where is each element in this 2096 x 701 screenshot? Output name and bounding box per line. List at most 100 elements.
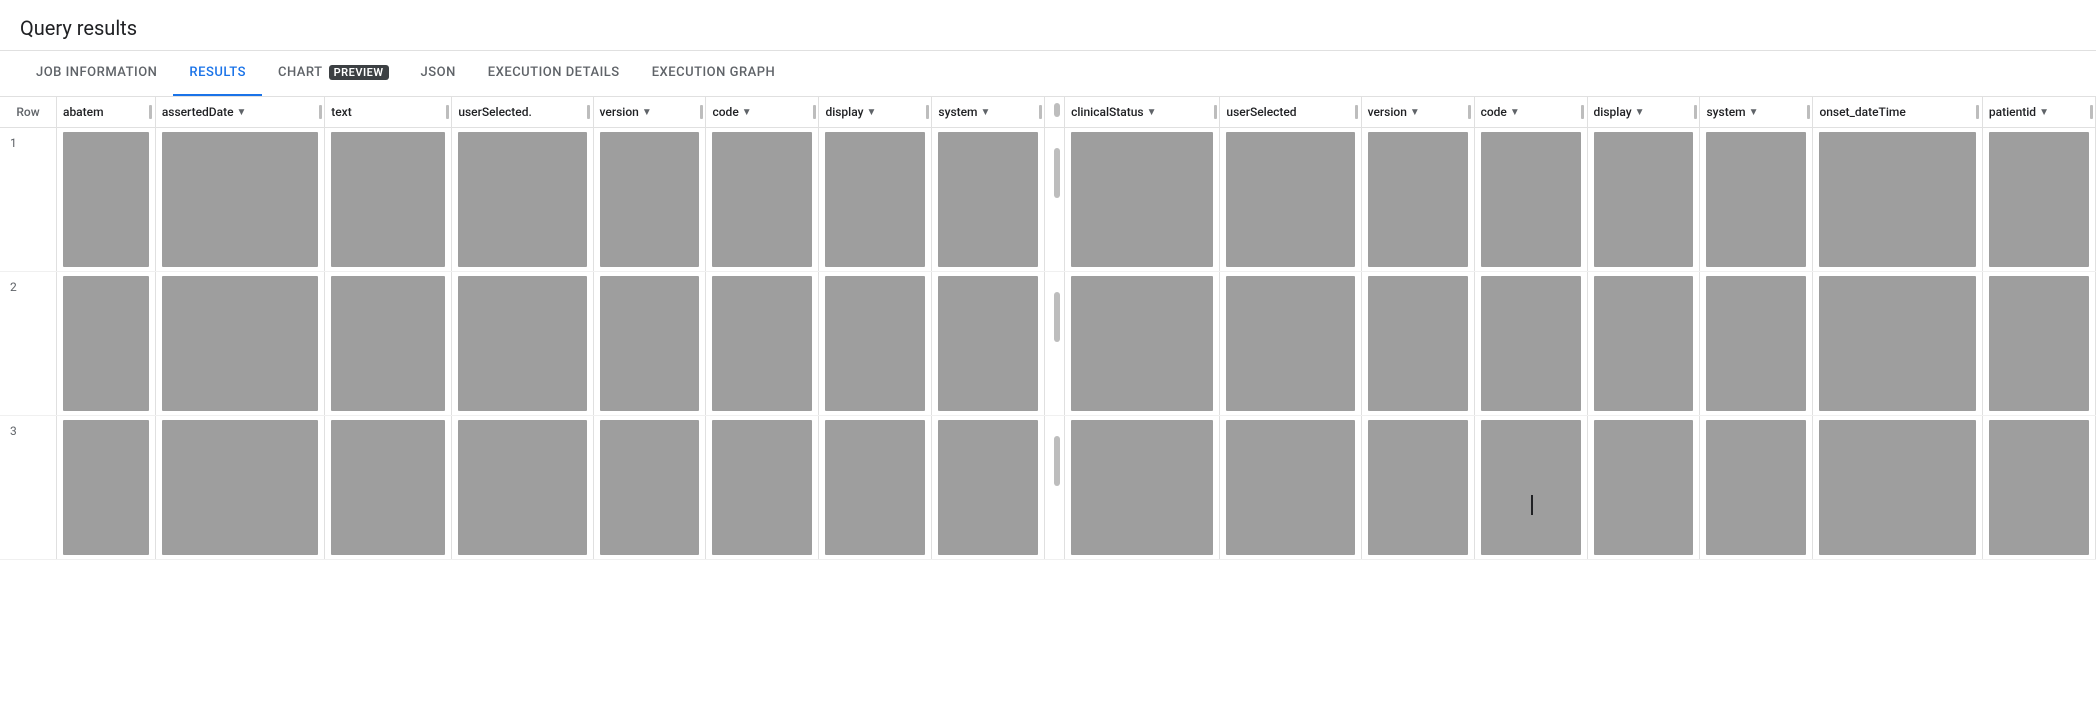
- cell-system-3: [932, 416, 1045, 560]
- tabs-bar: JOB INFORMATION RESULTS CHART PREVIEW JS…: [0, 51, 2096, 97]
- col-header-assertedDate[interactable]: assertedDate ▼: [155, 97, 324, 128]
- cell-system2-2: [1700, 272, 1813, 416]
- cell-onset-2: [1813, 272, 1982, 416]
- col-header-code[interactable]: code ▼: [706, 97, 819, 128]
- cell-version-1: [593, 128, 706, 272]
- col-resize-onset[interactable]: [1974, 97, 1982, 127]
- cell-code2-1: [1474, 128, 1587, 272]
- cell-code-3: [706, 416, 819, 560]
- col-resize-system2[interactable]: [1804, 97, 1812, 127]
- col-header-version2[interactable]: version ▼: [1361, 97, 1474, 128]
- caret-display: ▼: [867, 107, 877, 118]
- cell-display2-3: [1587, 416, 1700, 560]
- cell-version-2: [593, 272, 706, 416]
- page-title: Query results: [0, 0, 2096, 51]
- col-header-display2[interactable]: display ▼: [1587, 97, 1700, 128]
- tab-chart[interactable]: CHART PREVIEW: [262, 51, 405, 96]
- cell-userSelected-1: [452, 128, 593, 272]
- scroll-divider-row1: [1045, 128, 1065, 272]
- cell-system-2: [932, 272, 1045, 416]
- caret-system: ▼: [981, 107, 991, 118]
- cell-clinicalStatus-2: [1065, 272, 1220, 416]
- cell-userSelected2-1: [1220, 128, 1361, 272]
- cell-text-1: [325, 128, 452, 272]
- cell-version2-1: [1361, 128, 1474, 272]
- cell-version2-3: [1361, 416, 1474, 560]
- caret-display2: ▼: [1635, 107, 1645, 118]
- scroll-divider-row2: [1045, 272, 1065, 416]
- cell-code-2: [706, 272, 819, 416]
- cell-text-3: [325, 416, 452, 560]
- table-row: 2: [0, 272, 2096, 416]
- caret-clinicalStatus: ▼: [1147, 107, 1157, 118]
- col-resize-clinicalStatus[interactable]: [1211, 97, 1219, 127]
- row-number-2: 2: [0, 272, 56, 416]
- table-row: 1: [0, 128, 2096, 272]
- cell-abatem-3: [56, 416, 155, 560]
- caret-version: ▼: [642, 107, 652, 118]
- col-header-version[interactable]: version ▼: [593, 97, 706, 128]
- cell-code2-2: [1474, 272, 1587, 416]
- col-header-userSelected[interactable]: userSelected.: [452, 97, 593, 128]
- cell-patientid-2: [1982, 272, 2095, 416]
- cell-onset-3: [1813, 416, 1982, 560]
- scroll-divider-row3: [1045, 416, 1065, 560]
- tab-job-information[interactable]: JOB INFORMATION: [20, 51, 173, 96]
- col-resize-version2[interactable]: [1466, 97, 1474, 127]
- cell-userSelected2-2: [1220, 272, 1361, 416]
- cell-assertedDate-3: [155, 416, 324, 560]
- cell-onset-1: [1813, 128, 1982, 272]
- cell-patientid-1: [1982, 128, 2095, 272]
- col-header-text[interactable]: text: [325, 97, 452, 128]
- tab-results[interactable]: RESULTS: [173, 51, 262, 96]
- cell-abatem-2: [56, 272, 155, 416]
- col-header-system[interactable]: system ▼: [932, 97, 1045, 128]
- col-header-userSelected2[interactable]: userSelected: [1220, 97, 1361, 128]
- cell-text-2: [325, 272, 452, 416]
- cell-system-1: [932, 128, 1045, 272]
- col-resize-system[interactable]: [1036, 97, 1044, 127]
- cell-assertedDate-1: [155, 128, 324, 272]
- cell-display-1: [819, 128, 932, 272]
- row-number-header: Row: [0, 97, 56, 128]
- cell-system2-1: [1700, 128, 1813, 272]
- col-resize-display2[interactable]: [1691, 97, 1699, 127]
- tab-json[interactable]: JSON: [405, 51, 472, 96]
- cell-version-3: [593, 416, 706, 560]
- caret-system2: ▼: [1749, 107, 1759, 118]
- caret-version2: ▼: [1410, 107, 1420, 118]
- col-resize-patientid[interactable]: [2087, 97, 2095, 127]
- col-resize-assertedDate[interactable]: [316, 97, 324, 127]
- col-header-patientid[interactable]: patientid ▼: [1982, 97, 2095, 128]
- cell-patientid-3: [1982, 416, 2095, 560]
- cell-clinicalStatus-3: [1065, 416, 1220, 560]
- col-resize-display[interactable]: [923, 97, 931, 127]
- cell-userSelected2-3: [1220, 416, 1361, 560]
- col-resize-userSelected2[interactable]: [1353, 97, 1361, 127]
- col-header-system2[interactable]: system ▼: [1700, 97, 1813, 128]
- cell-userSelected-3: [452, 416, 593, 560]
- preview-badge: PREVIEW: [329, 65, 389, 80]
- cell-system2-3: [1700, 416, 1813, 560]
- scroll-divider-header: [1045, 97, 1065, 128]
- col-header-display[interactable]: display ▼: [819, 97, 932, 128]
- col-header-abatem[interactable]: abatem: [56, 97, 155, 128]
- caret-code: ▼: [742, 107, 752, 118]
- col-header-code2[interactable]: code ▼: [1474, 97, 1587, 128]
- col-resize-text[interactable]: [443, 97, 451, 127]
- cell-abatem-1: [56, 128, 155, 272]
- tab-execution-graph[interactable]: EXECUTION GRAPH: [636, 51, 792, 96]
- col-resize-code[interactable]: [810, 97, 818, 127]
- col-resize-userSelected[interactable]: [585, 97, 593, 127]
- cell-code2-3: [1474, 416, 1587, 560]
- tab-chart-label: CHART: [278, 65, 323, 80]
- cell-display2-2: [1587, 272, 1700, 416]
- col-resize-abatem[interactable]: [147, 97, 155, 127]
- cell-assertedDate-2: [155, 272, 324, 416]
- tab-execution-details[interactable]: EXECUTION DETAILS: [472, 51, 636, 96]
- cell-clinicalStatus-1: [1065, 128, 1220, 272]
- col-header-clinicalStatus[interactable]: clinicalStatus ▼: [1065, 97, 1220, 128]
- col-resize-code2[interactable]: [1579, 97, 1587, 127]
- col-resize-version[interactable]: [697, 97, 705, 127]
- col-header-onset[interactable]: onset_dateTime: [1813, 97, 1982, 128]
